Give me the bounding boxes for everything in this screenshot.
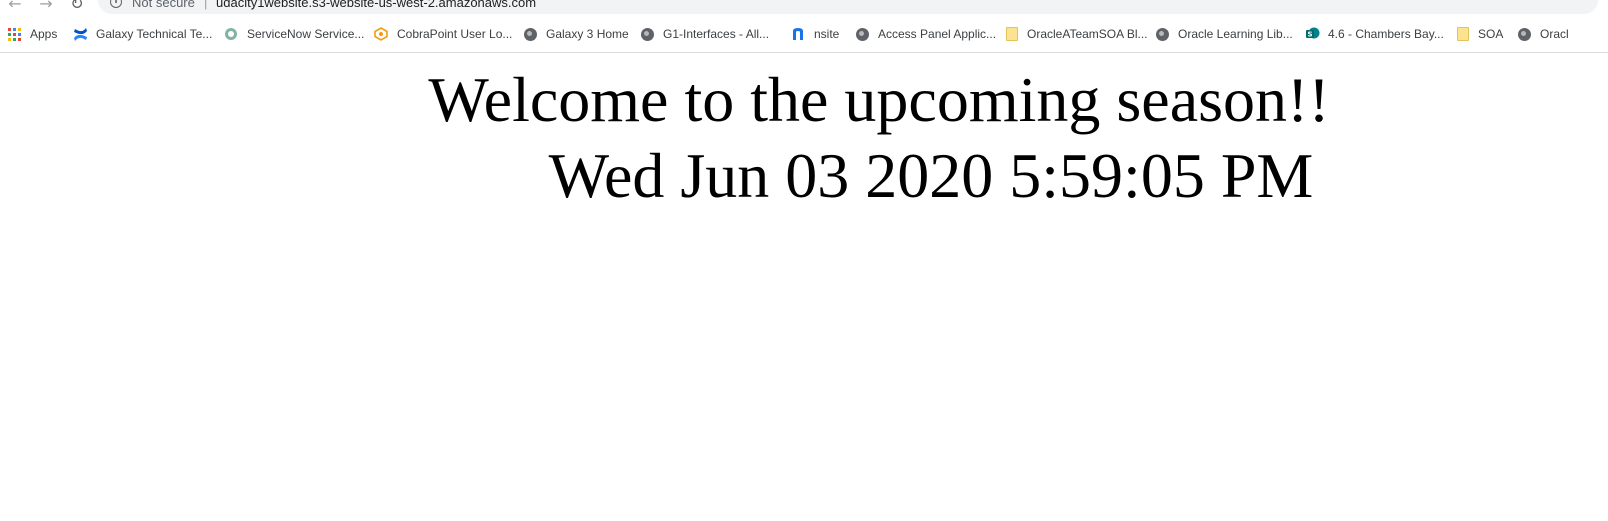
bookmark-soa[interactable]: SOA (1457, 22, 1503, 46)
globe-icon (1156, 27, 1169, 41)
browser-chrome: ← → ↻ i Not secure | udacity1website.s3-… (0, 0, 1608, 53)
bookmark-label: OracleATeamSOA Bl... (1027, 27, 1148, 41)
globe-icon (524, 27, 537, 41)
bookmark-chambers-bay[interactable]: S 4.6 - Chambers Bay... (1305, 22, 1444, 46)
bookmark-servicenow[interactable]: ServiceNow Service... (224, 22, 364, 46)
servicenow-icon (224, 27, 238, 41)
info-icon[interactable]: i (110, 0, 122, 8)
globe-icon (641, 27, 654, 41)
bookmark-label: SOA (1478, 27, 1504, 41)
bookmark-label: 4.6 - Chambers Bay... (1328, 27, 1444, 41)
bookmarks-bar: Apps Galaxy Technical Te... ServiceNow S… (0, 22, 1608, 46)
bookmark-label: Galaxy 3 Home (546, 27, 629, 41)
toolbar: ← → ↻ i Not secure | udacity1website.s3-… (0, 0, 1608, 17)
globe-icon (856, 27, 869, 41)
bookmark-label: Access Panel Applic... (878, 27, 997, 41)
bookmark-label: CobraPoint User Lo... (397, 27, 513, 41)
bookmark-nsite[interactable]: nsite (791, 22, 839, 46)
bookmark-oracleateamsoa[interactable]: OracleATeamSOA Bl... (1006, 22, 1148, 46)
back-arrow-icon[interactable]: ← (5, 0, 25, 14)
bookmark-label: Oracl (1540, 27, 1569, 41)
cobrapoint-icon (374, 27, 388, 41)
url-text[interactable]: udacity1website.s3-website-us-west-2.ama… (216, 0, 536, 10)
bookmark-label: Oracle Learning Lib... (1178, 27, 1293, 41)
reload-icon[interactable]: ↻ (67, 0, 87, 14)
globe-icon (1518, 27, 1531, 41)
bookmark-g1-interfaces[interactable]: G1-Interfaces - All... (641, 22, 769, 46)
bookmark-apps[interactable]: Apps (8, 22, 57, 46)
bookmark-oracle-learning[interactable]: Oracle Learning Lib... (1156, 22, 1293, 46)
bookmark-galaxy-technical[interactable]: Galaxy Technical Te... (73, 22, 212, 46)
forward-arrow-icon[interactable]: → (36, 0, 56, 14)
address-bar[interactable]: i Not secure | udacity1website.s3-websit… (98, 0, 1598, 14)
bookmark-label: G1-Interfaces - All... (663, 27, 770, 41)
separator: | (204, 0, 208, 10)
security-label[interactable]: Not secure (132, 0, 195, 10)
bookmark-label: ServiceNow Service... (247, 27, 365, 41)
bookmark-label: nsite (814, 27, 840, 41)
page-headline: Welcome to the upcoming season!! (428, 64, 1330, 135)
bookmark-label: Galaxy Technical Te... (96, 27, 213, 41)
folder-icon (1006, 27, 1018, 41)
bookmark-galaxy-3-home[interactable]: Galaxy 3 Home (524, 22, 629, 46)
bookmark-access-panel[interactable]: Access Panel Applic... (856, 22, 996, 46)
current-datetime: Wed Jun 03 2020 5:59:05 PM (548, 140, 1314, 211)
confluence-icon (73, 27, 87, 41)
apps-grid-icon (8, 27, 21, 41)
bookmark-cobrapoint[interactable]: CobraPoint User Lo... (374, 22, 512, 46)
folder-icon (1457, 27, 1469, 41)
bookmark-label: Apps (30, 27, 58, 41)
nsite-icon (791, 27, 805, 41)
svg-text:S: S (1307, 31, 1312, 39)
sharepoint-icon: S (1305, 27, 1320, 41)
bookmark-oracle-truncated[interactable]: Oracl (1518, 22, 1569, 46)
